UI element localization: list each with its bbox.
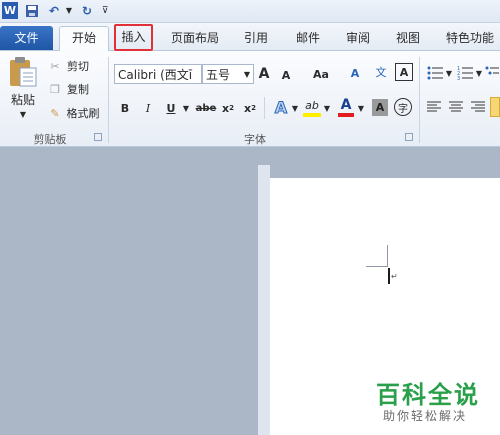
bullets-dropdown-icon[interactable]: ▼ (445, 67, 453, 79)
font-color-dropdown-icon[interactable]: ▼ (356, 101, 366, 115)
font-size-combo[interactable]: 五号 ▼ (202, 64, 254, 84)
font-dialog-launcher[interactable] (405, 133, 413, 141)
tab-mailings[interactable]: 邮件 (288, 27, 328, 49)
format-painter-button[interactable]: 格式刷 (64, 105, 102, 121)
font-color-button[interactable]: A (338, 97, 354, 117)
grow-font-button[interactable]: A (257, 65, 271, 83)
scissors-icon[interactable]: ✂ (47, 58, 63, 74)
margin-corner-mark (387, 245, 388, 267)
paste-dropdown-icon[interactable]: ▼ (16, 109, 30, 119)
font-size-value: 五号 (206, 68, 231, 82)
subscript-label: x (222, 101, 230, 115)
superscript-button[interactable]: x2 (242, 99, 258, 117)
align-right-icon[interactable] (470, 99, 486, 115)
quick-access-toolbar: W ↶ ▼ ↻ ⊽ (0, 0, 500, 23)
phonetic-guide-button[interactable]: 文 (372, 62, 390, 82)
character-shading-button[interactable]: A (372, 99, 388, 116)
highlight-button[interactable]: ab (303, 97, 321, 117)
copy-icon[interactable]: ❐ (47, 81, 63, 97)
bullets-icon[interactable] (426, 65, 444, 81)
paste-button[interactable]: 粘贴 (8, 91, 38, 107)
ribbon-tabs: 文件 开始 插入 页面布局 引用 邮件 审阅 视图 特色功能 (0, 23, 500, 51)
svg-text:3: 3 (457, 76, 460, 80)
group-divider (419, 57, 420, 143)
italic-button[interactable]: I (140, 99, 156, 117)
undo-icon[interactable]: ↶ (44, 2, 64, 19)
clipboard-dialog-launcher[interactable] (94, 133, 102, 141)
numbering-icon[interactable]: 123 (456, 65, 474, 81)
vertical-ruler (258, 165, 270, 435)
save-icon[interactable] (24, 2, 40, 19)
font-group-label: 字体 (244, 133, 266, 146)
cut-button[interactable]: 剪切 (64, 58, 92, 74)
justify-icon[interactable] (490, 97, 500, 117)
highlight-dropdown-icon[interactable]: ▼ (322, 101, 332, 115)
font-size-dropdown-icon[interactable]: ▼ (244, 65, 250, 85)
clipboard-group-label: 剪贴板 (33, 133, 67, 146)
shrink-font-button[interactable]: A (279, 67, 293, 83)
text-effects-dropdown-icon[interactable]: ▼ (290, 101, 300, 115)
tab-special-features[interactable]: 特色功能 (440, 27, 500, 49)
font-divider (264, 97, 265, 119)
text-effects-button[interactable]: A (272, 97, 290, 117)
underline-dropdown-icon[interactable]: ▼ (181, 101, 191, 115)
tab-view[interactable]: 视图 (388, 27, 428, 49)
align-left-icon[interactable] (426, 99, 442, 115)
watermark-title: 百科全说 (376, 381, 480, 409)
tab-review[interactable]: 审阅 (338, 27, 378, 49)
word-icon[interactable]: W (2, 2, 18, 19)
character-border-button[interactable]: A (395, 63, 413, 81)
paste-icon[interactable] (6, 55, 40, 89)
enclose-characters-button[interactable]: 字 (394, 98, 412, 116)
customize-qat-icon[interactable]: ⊽ (100, 2, 110, 19)
bold-button[interactable]: B (117, 99, 133, 117)
watermark-subtitle: 助你轻松解决 (383, 409, 468, 423)
subscript-button[interactable]: x2 (220, 99, 236, 117)
ribbon: 粘贴 ▼ ✂ 剪切 ❐ 复制 ✎ 格式刷 剪贴板 Calibri (西文ī 五号… (0, 51, 500, 147)
tab-home[interactable]: 开始 (59, 26, 109, 51)
numbering-dropdown-icon[interactable]: ▼ (475, 67, 483, 79)
change-case-button[interactable]: Aa (308, 65, 334, 83)
margin-corner-mark (366, 266, 388, 267)
paragraph-mark-icon: ↵ (391, 272, 398, 281)
tab-file[interactable]: 文件 (0, 26, 53, 50)
strikethrough-button[interactable]: abe (195, 99, 217, 117)
tab-page-layout[interactable]: 页面布局 (163, 27, 227, 49)
clear-formatting-button[interactable]: A (346, 64, 364, 82)
undo-dropdown-icon[interactable]: ▼ (64, 2, 74, 19)
redo-icon[interactable]: ↻ (78, 2, 96, 19)
font-name-combo[interactable]: Calibri (西文ī (114, 64, 202, 84)
tab-references[interactable]: 引用 (236, 27, 276, 49)
copy-button[interactable]: 复制 (64, 81, 92, 97)
group-divider (108, 57, 109, 143)
multilevel-list-icon[interactable] (484, 65, 500, 81)
align-center-icon[interactable] (448, 99, 464, 115)
format-painter-icon[interactable]: ✎ (47, 105, 63, 121)
superscript-label: x (244, 101, 252, 115)
tab-insert[interactable]: 插入 (114, 24, 153, 51)
underline-button[interactable]: U (163, 99, 179, 117)
text-cursor (388, 268, 390, 284)
